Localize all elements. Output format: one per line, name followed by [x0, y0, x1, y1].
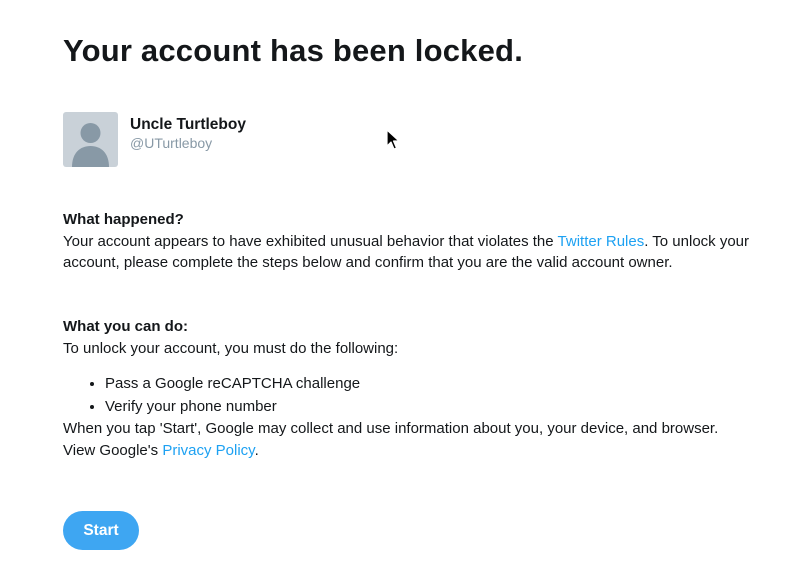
disclaimer-text-end: .: [254, 441, 259, 459]
what-you-can-do-heading: What you can do:: [63, 318, 188, 335]
what-happened-section: What happened? Your account appears to h…: [63, 209, 753, 274]
what-happened-text: Your account appears to have exhibited u…: [63, 231, 753, 274]
start-button[interactable]: Start: [63, 511, 139, 550]
mouse-cursor-icon: [386, 129, 400, 150]
default-avatar-icon: [63, 112, 118, 167]
unlock-intro-text: To unlock your account, you must do the …: [63, 339, 399, 357]
what-you-can-do-section: What you can do: To unlock your account,…: [63, 316, 753, 461]
unlock-steps-list: Pass a Google reCAPTCHA challenge Verify…: [63, 372, 753, 418]
account-card: Uncle Turtleboy @UTurtleboy: [63, 112, 246, 167]
twitter-rules-link[interactable]: Twitter Rules: [558, 233, 645, 250]
list-item: Verify your phone number: [105, 395, 753, 418]
what-happened-text-start: Your account appears to have exhibited u…: [63, 232, 558, 250]
account-display-name: Uncle Turtleboy: [130, 116, 246, 133]
account-handle: @UTurtleboy: [130, 135, 213, 151]
privacy-policy-link[interactable]: Privacy Policy: [162, 442, 254, 459]
account-text: Uncle Turtleboy @UTurtleboy: [130, 115, 246, 152]
page-title: Your account has been locked.: [63, 33, 524, 68]
google-disclaimer-text: When you tap 'Start', Google may collect…: [63, 418, 753, 461]
what-happened-heading: What happened?: [63, 211, 184, 228]
list-item: Pass a Google reCAPTCHA challenge: [105, 372, 753, 395]
